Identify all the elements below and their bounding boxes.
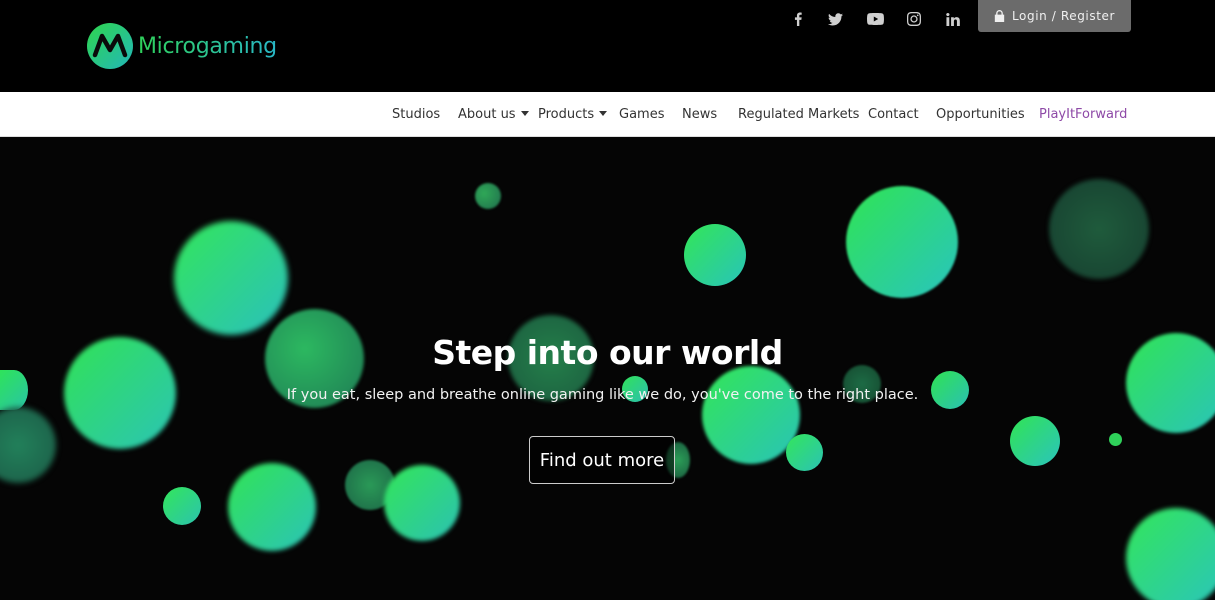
login-register-button[interactable]: Login / Register (978, 0, 1131, 32)
find-out-more-button[interactable]: Find out more (529, 436, 675, 484)
social-links-linkedin (943, 8, 963, 30)
hero-subtitle: If you eat, sleep and breathe online gam… (286, 387, 919, 403)
main-nav: Studios About us Products Games News Reg… (0, 92, 1215, 137)
decor-bubble (384, 465, 460, 541)
social-links-youtube (865, 8, 885, 30)
decor-bubble (0, 407, 56, 483)
nav-products-label: Products (538, 107, 595, 122)
decor-bubble (846, 186, 958, 298)
nav-opportunities[interactable]: Opportunities (936, 107, 1025, 122)
decor-bubble (1049, 179, 1149, 279)
hero-title: Step into our world (432, 333, 783, 372)
decor-bubble (1109, 433, 1122, 446)
nav-news[interactable]: News (682, 107, 717, 122)
decor-bubble (163, 487, 201, 525)
decor-bubble (1010, 416, 1060, 466)
nav-contact[interactable]: Contact (868, 107, 919, 122)
decor-bubble (228, 463, 316, 551)
hero-section: Step into our world If you eat, sleep an… (0, 137, 1215, 600)
twitter-icon[interactable] (825, 9, 845, 29)
decor-bubble (786, 434, 823, 471)
login-register-label: Login / Register (1011, 9, 1116, 23)
microgaming-logo-icon (87, 23, 133, 69)
brand-logo[interactable]: Microgaming (86, 22, 277, 70)
caret-down-icon (599, 111, 608, 116)
nav-about-us[interactable]: About us (458, 107, 529, 122)
social-links-twitter (825, 8, 845, 30)
youtube-icon[interactable] (865, 9, 885, 29)
social-links (788, 8, 808, 30)
social-links-instagram (904, 8, 924, 30)
brand-name: Microgaming (138, 33, 277, 59)
instagram-icon[interactable] (904, 9, 924, 29)
decor-bubble (1126, 508, 1215, 600)
nav-games[interactable]: Games (619, 107, 664, 122)
nav-regulated-markets[interactable]: Regulated Markets (738, 107, 859, 122)
linkedin-icon[interactable] (943, 9, 963, 29)
decor-bubble (475, 183, 501, 209)
decor-bubble (684, 224, 746, 286)
decor-bubble (174, 221, 288, 335)
nav-about-us-label: About us (458, 107, 516, 122)
caret-down-icon (520, 111, 529, 116)
nav-products[interactable]: Products (538, 107, 608, 122)
top-bar: Microgaming Login / Register (0, 0, 1215, 92)
facebook-icon[interactable] (788, 9, 808, 29)
lock-icon (994, 10, 1005, 22)
nav-playitforward[interactable]: PlayItForward (1039, 107, 1127, 122)
nav-studios[interactable]: Studios (392, 107, 440, 122)
